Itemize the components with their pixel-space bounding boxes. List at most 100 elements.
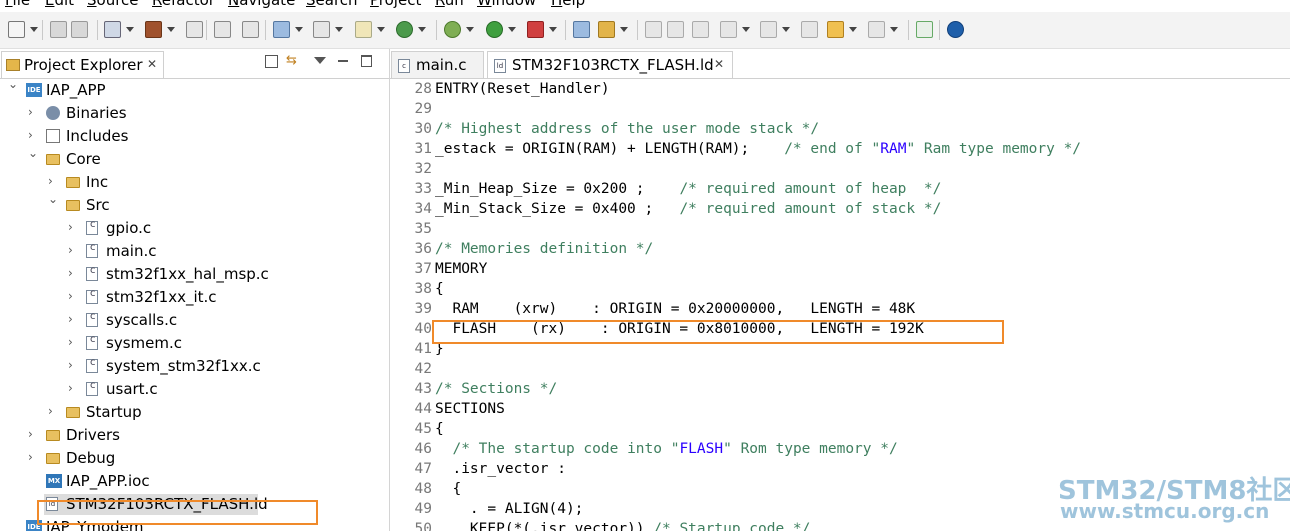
- next-annot-icon[interactable]: [720, 21, 737, 38]
- new-cproject-icon[interactable]: [273, 21, 290, 38]
- run-icon[interactable]: [486, 21, 503, 38]
- chevron-down-icon[interactable]: [620, 27, 628, 32]
- tree-item[interactable]: › Startup: [0, 402, 389, 424]
- tree-item[interactable]: › main.c: [0, 241, 389, 263]
- chevron-right-icon[interactable]: ›: [28, 450, 33, 464]
- code-line[interactable]: 32: [390, 159, 1290, 179]
- chevron-down-icon[interactable]: [890, 27, 898, 32]
- code-line[interactable]: 28 ENTRY(Reset_Handler): [390, 79, 1290, 99]
- debug-skip-icon[interactable]: [214, 21, 231, 38]
- code-line[interactable]: 45{: [390, 419, 1290, 439]
- code-line[interactable]: 37 MEMORY: [390, 259, 1290, 279]
- chevron-down-icon[interactable]: [295, 27, 303, 32]
- chevron-down-icon[interactable]: [335, 27, 343, 32]
- code-line[interactable]: 34 _Min_Stack_Size = 0x400 ; /* required …: [390, 199, 1290, 219]
- menu-item-navigate[interactable]: Navigate: [228, 0, 295, 8]
- back-icon[interactable]: [827, 21, 844, 38]
- link-with-editor-icon[interactable]: ⇆: [286, 54, 300, 68]
- chevron-down-icon[interactable]: [849, 27, 857, 32]
- view-menu-icon[interactable]: [314, 57, 326, 64]
- menu-item-help[interactable]: Help: [551, 0, 585, 8]
- code-line[interactable]: 31 _estack = ORIGIN(RAM) + LENGTH(RAM); /…: [390, 139, 1290, 159]
- menu-item-project[interactable]: Project: [370, 0, 421, 8]
- tab-main-c[interactable]: c main.c: [391, 51, 484, 79]
- build-all-icon[interactable]: [186, 21, 203, 38]
- chevron-right-icon[interactable]: ›: [48, 174, 53, 188]
- tree-item[interactable]: › Includes: [0, 126, 389, 148]
- chevron-right-icon[interactable]: ›: [68, 266, 73, 280]
- menu-item-search[interactable]: Search: [306, 0, 358, 8]
- chevron-down-icon[interactable]: [167, 27, 175, 32]
- code-line[interactable]: 29: [390, 99, 1290, 119]
- chevron-right-icon[interactable]: ›: [68, 243, 73, 257]
- chevron-down-icon[interactable]: [782, 27, 790, 32]
- chevron-right-icon[interactable]: ›: [68, 289, 73, 303]
- open-type-icon[interactable]: [573, 21, 590, 38]
- chevron-right-icon[interactable]: ›: [28, 427, 33, 441]
- mark-icon[interactable]: [667, 21, 684, 38]
- code-line[interactable]: 46 /* The startup code into "FLASH" Rom …: [390, 439, 1290, 459]
- forward-icon[interactable]: [868, 21, 885, 38]
- tree-item[interactable]: › gpio.c: [0, 218, 389, 240]
- tree-item[interactable]: › syscalls.c: [0, 310, 389, 332]
- menu-item-refactor[interactable]: Refactor: [152, 0, 215, 8]
- stop-run-icon[interactable]: [527, 21, 544, 38]
- code-line[interactable]: 42: [390, 359, 1290, 379]
- tree-item[interactable]: › Inc: [0, 172, 389, 194]
- minimize-icon[interactable]: [338, 60, 348, 62]
- tree-item[interactable]: › usart.c: [0, 379, 389, 401]
- menu-item-run[interactable]: Run: [435, 0, 464, 8]
- tree-item[interactable]: ⌄ Core: [0, 146, 389, 171]
- chevron-down-icon[interactable]: [126, 27, 134, 32]
- maximize-icon[interactable]: [361, 55, 372, 67]
- brush-icon[interactable]: [598, 21, 615, 38]
- pin-editor-icon[interactable]: [916, 21, 933, 38]
- chevron-right-icon[interactable]: ›: [28, 105, 33, 119]
- close-icon[interactable]: ✕: [147, 57, 157, 71]
- menu-item-source[interactable]: Source: [87, 0, 139, 8]
- tree-item[interactable]: › Drivers: [0, 425, 389, 447]
- chevron-right-icon[interactable]: ›: [68, 358, 73, 372]
- tree-item[interactable]: › stm32f1xx_it.c: [0, 287, 389, 309]
- chevron-right-icon[interactable]: ›: [68, 220, 73, 234]
- code-line[interactable]: 43/* Sections */: [390, 379, 1290, 399]
- tree-item[interactable]: › stm32f1xx_hal_msp.c: [0, 264, 389, 286]
- code-line[interactable]: 38{: [390, 279, 1290, 299]
- save-icon[interactable]: [50, 21, 67, 38]
- chevron-down-icon[interactable]: [377, 27, 385, 32]
- tree-item[interactable]: › sysmem.c: [0, 333, 389, 355]
- pilcrow-icon[interactable]: [692, 21, 709, 38]
- chevron-right-icon[interactable]: ›: [68, 381, 73, 395]
- new-class-icon[interactable]: [355, 21, 372, 38]
- tree-item[interactable]: MX IAP_APP.ioc: [0, 471, 389, 493]
- menu-item-window[interactable]: Window: [477, 0, 536, 8]
- chevron-right-icon[interactable]: ›: [48, 404, 53, 418]
- chevron-down-icon[interactable]: [30, 27, 38, 32]
- menu-item-file[interactable]: File: [5, 0, 30, 8]
- info-icon[interactable]: [947, 21, 964, 38]
- tree-item[interactable]: ⌄ Src: [0, 192, 389, 217]
- code-line[interactable]: 39 RAM (xrw) : ORIGIN = 0x20000000, LENG…: [390, 299, 1290, 319]
- code-line[interactable]: 44 SECTIONS: [390, 399, 1290, 419]
- refresh-icon[interactable]: [396, 21, 413, 38]
- chevron-right-icon[interactable]: ›: [68, 312, 73, 326]
- chevron-down-icon[interactable]: [508, 27, 516, 32]
- tree-item[interactable]: › Debug: [0, 448, 389, 470]
- target-icon[interactable]: [242, 21, 259, 38]
- tab-project-explorer[interactable]: Project Explorer ✕: [1, 51, 164, 79]
- code-line[interactable]: 36/* Memories definition */: [390, 239, 1290, 259]
- save-all-icon[interactable]: [71, 21, 88, 38]
- code-line[interactable]: 35: [390, 219, 1290, 239]
- code-line[interactable]: 33 _Min_Heap_Size = 0x200 ; /* required a…: [390, 179, 1290, 199]
- tree-item[interactable]: › Binaries: [0, 103, 389, 125]
- chevron-down-icon[interactable]: [418, 27, 426, 32]
- chevron-right-icon[interactable]: ›: [68, 335, 73, 349]
- chevron-down-icon[interactable]: [742, 27, 750, 32]
- toggle-icon[interactable]: [645, 21, 662, 38]
- tree-item[interactable]: › system_stm32f1xx.c: [0, 356, 389, 378]
- search-icon[interactable]: [313, 21, 330, 38]
- build-config-icon[interactable]: [104, 21, 121, 38]
- chevron-down-icon[interactable]: ⌄: [8, 77, 18, 91]
- debug-icon[interactable]: [444, 21, 461, 38]
- chevron-down-icon[interactable]: ⌄: [28, 146, 38, 160]
